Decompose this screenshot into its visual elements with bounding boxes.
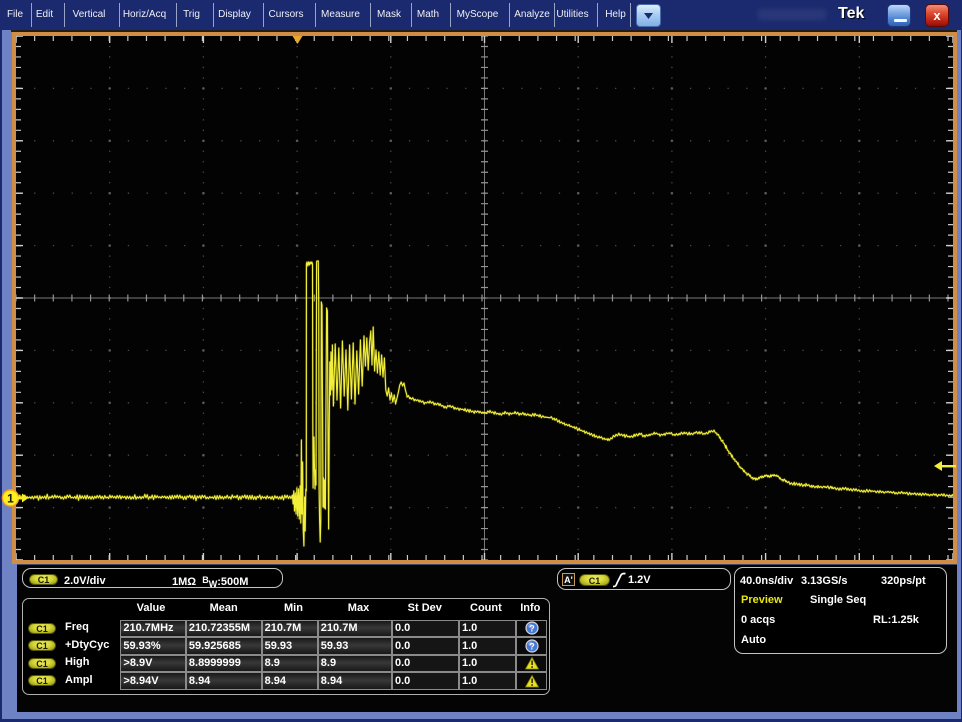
- svg-text:1: 1: [7, 491, 14, 505]
- svg-text:?: ?: [529, 624, 535, 634]
- svg-text:?: ?: [529, 641, 535, 651]
